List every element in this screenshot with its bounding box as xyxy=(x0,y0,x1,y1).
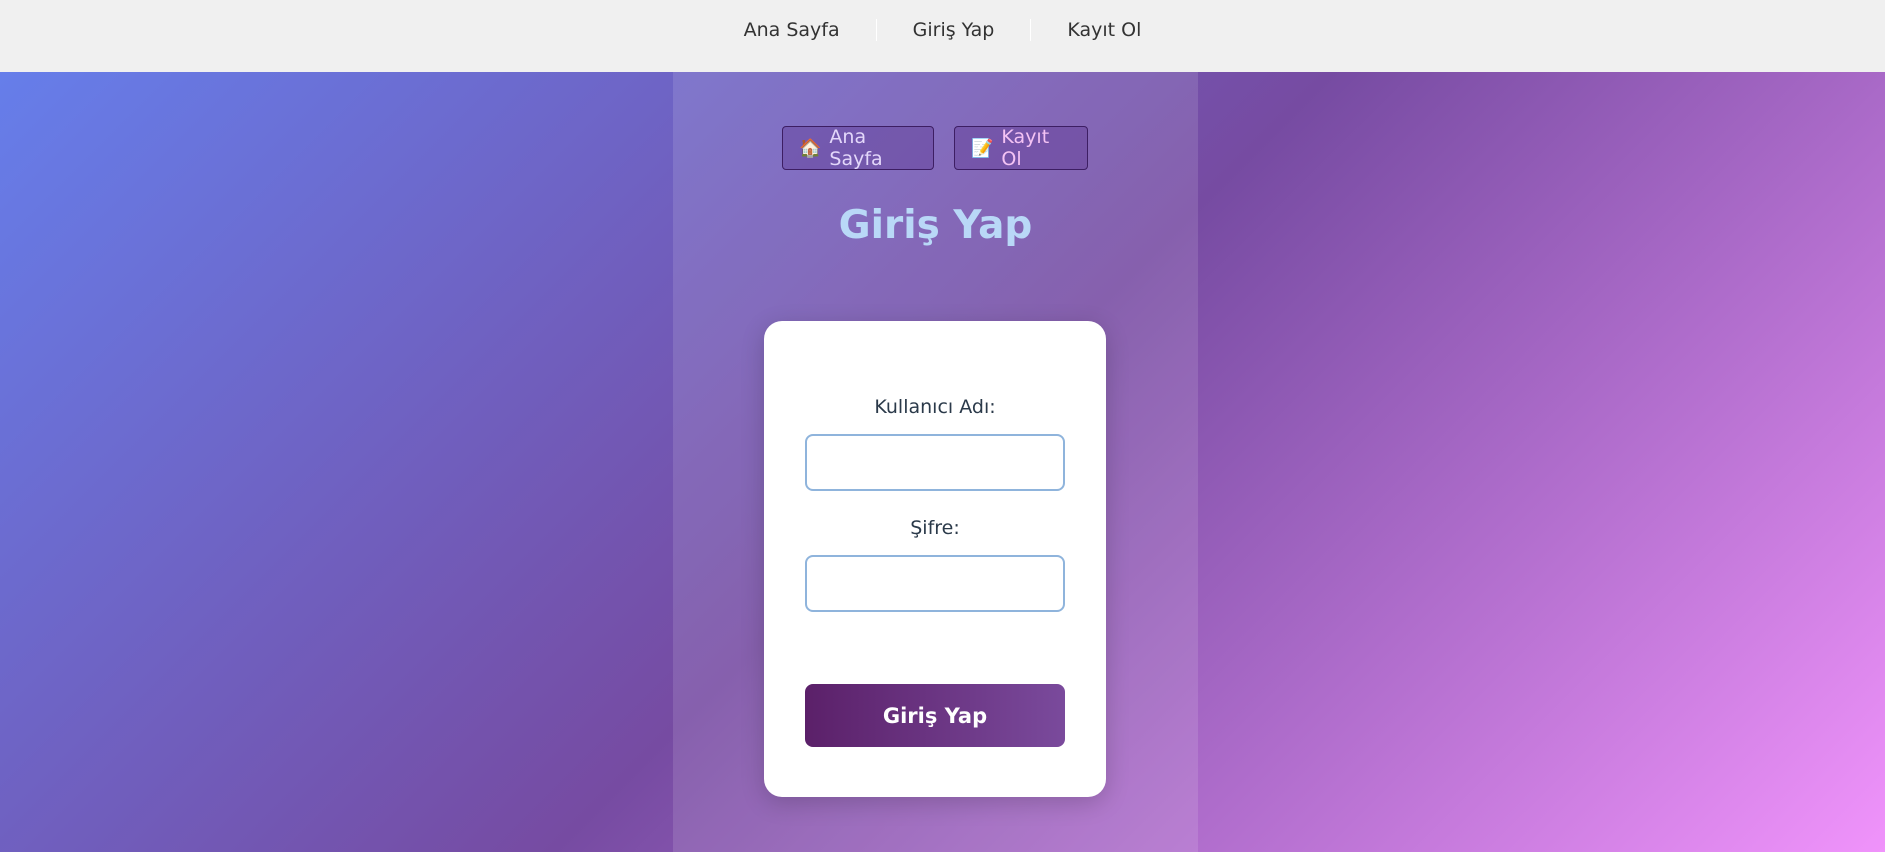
register-pill-label: Kayıt Ol xyxy=(1001,126,1050,170)
memo-icon: 📝 xyxy=(971,137,994,159)
password-label: Şifre: xyxy=(910,517,960,539)
nav-link-home[interactable]: Ana Sayfa xyxy=(708,19,876,41)
login-submit-button[interactable]: Giriş Yap xyxy=(805,684,1065,747)
top-nav-links: Ana Sayfa Giriş Yap Kayıt Ol xyxy=(708,19,1178,41)
house-icon: 🏠 xyxy=(799,137,822,159)
register-pill-button[interactable]: 📝 Kayıt Ol xyxy=(954,126,1088,170)
page-title: Giriş Yap xyxy=(838,203,1033,248)
home-pill-label: Ana Sayfa xyxy=(829,126,883,170)
nav-link-login[interactable]: Giriş Yap xyxy=(877,19,1031,41)
home-pill-button[interactable]: 🏠 Ana Sayfa xyxy=(782,126,934,170)
username-label: Kullanıcı Adı: xyxy=(874,396,996,418)
login-card: Kullanıcı Adı: Şifre: Giriş Yap xyxy=(764,321,1106,797)
nav-link-register[interactable]: Kayıt Ol xyxy=(1031,19,1177,41)
password-field[interactable] xyxy=(805,555,1065,612)
top-navigation-bar: Ana Sayfa Giriş Yap Kayıt Ol xyxy=(0,0,1885,72)
username-field[interactable] xyxy=(805,434,1065,491)
quick-links: 🏠 Ana Sayfa 📝 Kayıt Ol xyxy=(782,126,1088,170)
